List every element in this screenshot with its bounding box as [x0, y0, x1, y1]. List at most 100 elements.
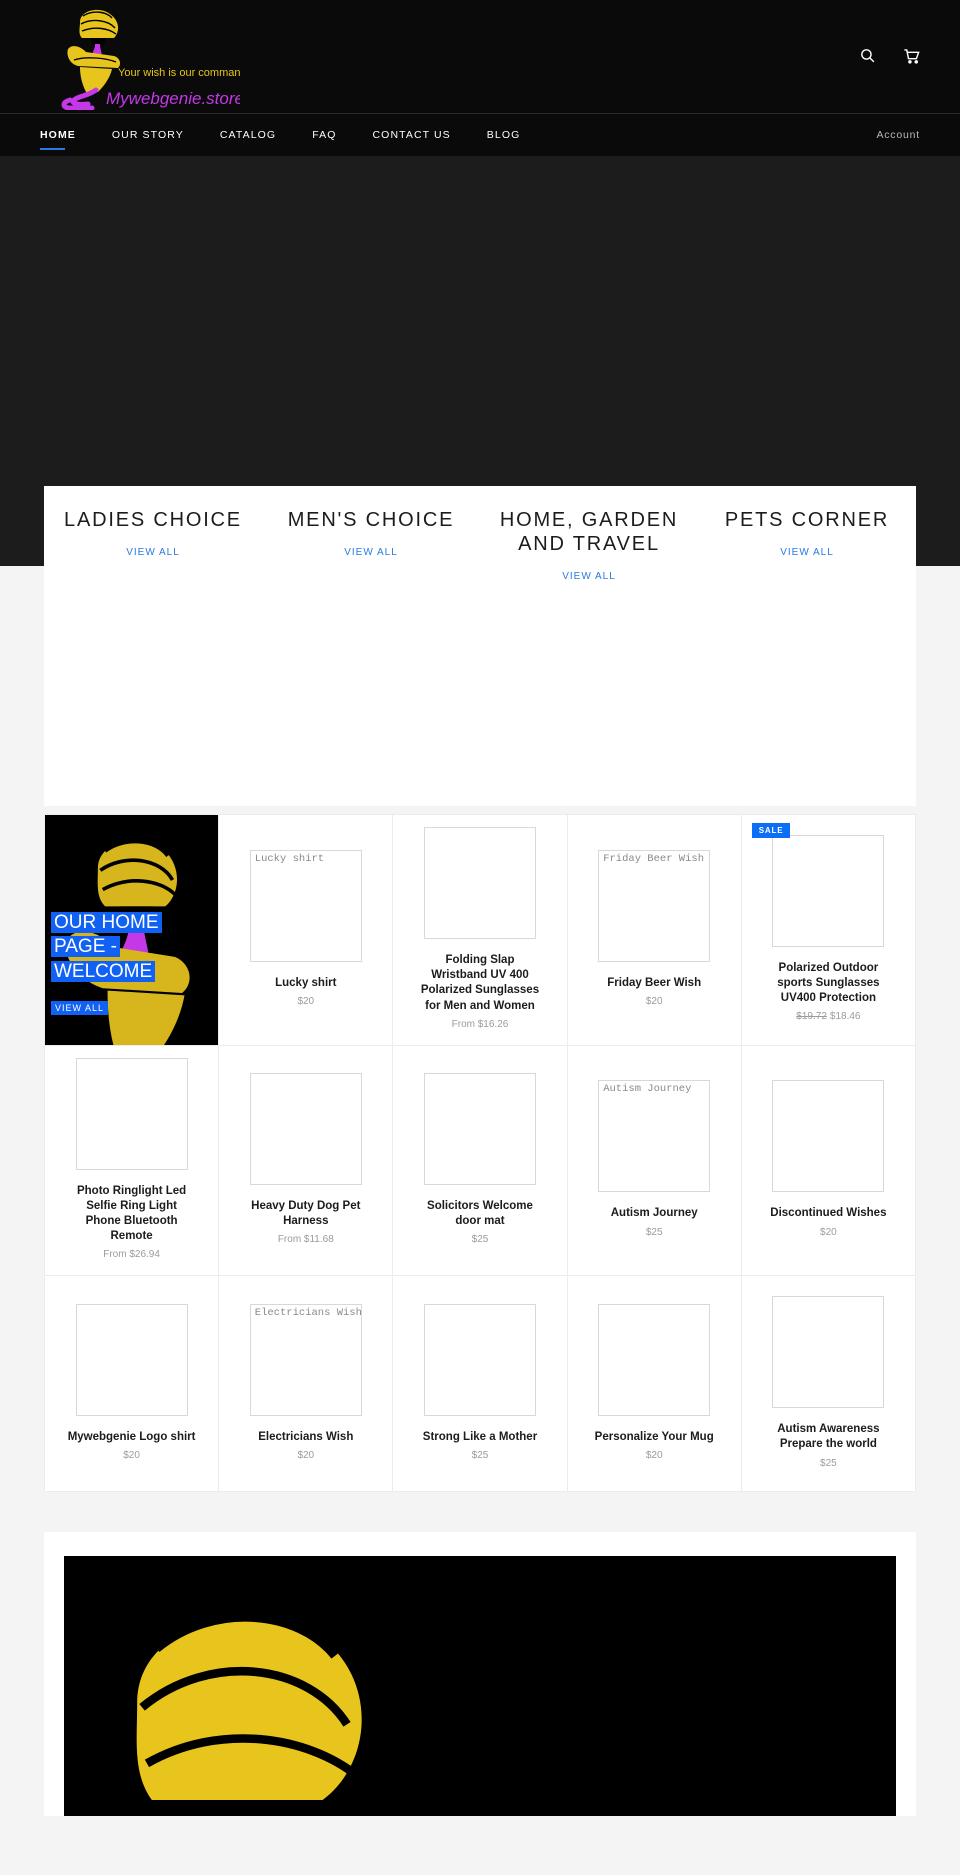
- collection-view-all-link[interactable]: VIEW ALL: [780, 547, 834, 558]
- bottom-banner-section: [0, 1492, 960, 1817]
- nav-item-blog[interactable]: BLOG: [487, 116, 521, 155]
- product-price: $19.72 $18.46: [796, 1010, 860, 1023]
- product-title: Mywebgenie Logo shirt: [67, 1430, 196, 1443]
- product-title: Photo Ringlight Led Selfie Ring Light Ph…: [76, 1184, 187, 1243]
- header-actions: [856, 44, 922, 66]
- collection-title: MEN'S CHOICE: [287, 509, 455, 531]
- product-price: From $26.94: [103, 1249, 160, 1261]
- promo-view-all-link[interactable]: VIEW ALL: [51, 1001, 109, 1015]
- nav-link-blog[interactable]: BLOG: [487, 116, 521, 155]
- product-card[interactable]: SALE Polarized Outdoor sports Sunglasses…: [741, 815, 916, 1046]
- nav-link-home[interactable]: HOME: [40, 116, 76, 155]
- product-price: $25: [471, 1449, 489, 1461]
- collection-view-all-link[interactable]: VIEW ALL: [562, 571, 616, 582]
- product-price: $20: [297, 1449, 315, 1461]
- nav-list: HOME OUR STORY CATALOG FAQ CONTACT US BL…: [40, 116, 556, 155]
- product-price: $20: [645, 995, 663, 1007]
- collection-tiles: LADIES CHOICE VIEW ALL MEN'S CHOICE VIEW…: [44, 486, 916, 806]
- nav-item-contact-us[interactable]: CONTACT US: [373, 116, 451, 155]
- sale-badge: SALE: [751, 823, 791, 838]
- product-card[interactable]: Autism Journey Autism Journey $25: [567, 1045, 742, 1277]
- account-link[interactable]: Account: [876, 129, 920, 141]
- product-title: Folding Slap Wristband UV 400 Polarized …: [420, 954, 540, 1012]
- bottom-banner-image[interactable]: [64, 1556, 896, 1817]
- product-price: $20: [820, 1226, 837, 1238]
- nav-link-our-story[interactable]: OUR STORY: [112, 116, 184, 155]
- product-card[interactable]: Folding Slap Wristband UV 400 Polarized …: [393, 815, 568, 1046]
- promo-heading: OUR HOME PAGE - WELCOME: [51, 911, 212, 984]
- promo-heading-line-1: OUR HOME: [51, 912, 162, 933]
- product-title: Heavy Duty Dog Pet Harness: [251, 1199, 361, 1228]
- nav-link-catalog[interactable]: CATALOG: [220, 116, 276, 155]
- product-card[interactable]: Lucky shirt Lucky shirt $20: [219, 815, 394, 1046]
- product-title: Personalize Your Mug: [594, 1430, 714, 1443]
- site-logo[interactable]: Your wish is our command Mywebgenie.stor…: [40, 4, 240, 110]
- product-title: Discontinued Wishes: [770, 1207, 887, 1220]
- promo-heading-line-2: PAGE -: [51, 936, 120, 958]
- collection-title: HOME, GARDEN AND TRAVEL: [499, 509, 679, 555]
- cart-icon[interactable]: [900, 44, 922, 66]
- product-image-placeholder: [75, 1057, 188, 1170]
- product-image-placeholder: [423, 1072, 536, 1185]
- nav-item-faq[interactable]: FAQ: [312, 116, 336, 155]
- product-card[interactable]: Solicitors Welcome door mat $25: [393, 1045, 568, 1277]
- product-image-placeholder: [423, 1303, 536, 1416]
- product-grid: OUR HOME PAGE - WELCOME VIEW ALL Lucky s…: [44, 814, 916, 1493]
- product-image-placeholder: [423, 827, 536, 939]
- product-price: $20: [297, 995, 315, 1007]
- product-image-placeholder: [75, 1303, 188, 1416]
- product-price: From $16.26: [451, 1018, 509, 1030]
- nav-item-catalog[interactable]: CATALOG: [220, 116, 276, 155]
- product-card[interactable]: Friday Beer Wish Friday Beer Wish $20: [567, 815, 742, 1046]
- collection-list-section: LADIES CHOICE VIEW ALL MEN'S CHOICE VIEW…: [0, 486, 960, 814]
- search-icon[interactable]: [856, 44, 878, 66]
- collection-tile-pets-corner[interactable]: PETS CORNER VIEW ALL: [698, 508, 916, 806]
- product-image-placeholder: [772, 1296, 885, 1409]
- product-price: $20: [645, 1449, 663, 1461]
- product-card[interactable]: Photo Ringlight Led Selfie Ring Light Ph…: [45, 1045, 220, 1277]
- product-image-placeholder: [249, 1072, 362, 1185]
- product-card[interactable]: Autism Awareness Prepare the world $25: [741, 1276, 916, 1493]
- product-title: Autism Awareness Prepare the world: [777, 1423, 880, 1451]
- product-price: $25: [820, 1457, 837, 1469]
- product-price: From $11.68: [277, 1234, 334, 1246]
- collection-view-all-link[interactable]: VIEW ALL: [126, 547, 180, 558]
- product-card[interactable]: Mywebgenie Logo shirt $20: [45, 1276, 220, 1493]
- collection-title: PETS CORNER: [724, 509, 890, 531]
- promo-heading-line-3: WELCOME: [51, 960, 156, 982]
- collection-title: LADIES CHOICE: [64, 509, 242, 531]
- svg-text:Mywebgenie.store: Mywebgenie.store: [106, 89, 240, 108]
- product-image-placeholder: [772, 834, 885, 947]
- product-image-placeholder: Lucky shirt: [249, 849, 362, 962]
- nav-link-faq[interactable]: FAQ: [312, 116, 336, 155]
- product-card[interactable]: Personalize Your Mug $20: [567, 1276, 742, 1493]
- promo-overlay: OUR HOME PAGE - WELCOME: [45, 911, 218, 984]
- collection-tile-ladies-choice[interactable]: LADIES CHOICE VIEW ALL: [44, 508, 262, 806]
- product-image-placeholder: Friday Beer Wish: [598, 849, 711, 962]
- nav-item-our-story[interactable]: OUR STORY: [112, 116, 184, 155]
- product-title: Lucky shirt: [275, 976, 337, 989]
- nav-link-contact-us[interactable]: CONTACT US: [373, 116, 451, 155]
- product-price: $25: [471, 1234, 489, 1246]
- collection-tile-home-garden-travel[interactable]: HOME, GARDEN AND TRAVEL VIEW ALL: [480, 508, 698, 806]
- collection-tile-mens-choice[interactable]: MEN'S CHOICE VIEW ALL: [262, 508, 480, 806]
- product-title: Autism Journey: [610, 1207, 698, 1220]
- product-title: Strong Like a Mother: [422, 1430, 538, 1443]
- product-price-original: $19.72: [796, 1011, 827, 1023]
- promo-tile[interactable]: OUR HOME PAGE - WELCOME VIEW ALL: [45, 815, 220, 1046]
- genie-logo: Your wish is our command Mywebgenie.stor…: [61, 9, 240, 110]
- product-title: Electricians Wish: [258, 1430, 354, 1443]
- collection-view-all-link[interactable]: VIEW ALL: [344, 547, 398, 558]
- nav-item-home[interactable]: HOME: [40, 116, 76, 155]
- product-image-placeholder: Autism Journey: [598, 1080, 711, 1193]
- product-price-sale: $18.46: [829, 1011, 861, 1023]
- product-card[interactable]: Heavy Duty Dog Pet Harness From $11.68: [219, 1045, 394, 1277]
- site-header: Your wish is our command Mywebgenie.stor…: [0, 0, 960, 113]
- product-image-placeholder: Electricians Wish: [249, 1303, 362, 1416]
- featured-products-section: OUR HOME PAGE - WELCOME VIEW ALL Lucky s…: [0, 814, 960, 1493]
- product-card[interactable]: Discontinued Wishes $20: [741, 1045, 916, 1277]
- product-card[interactable]: Electricians Wish Electricians Wish $20: [219, 1276, 394, 1493]
- product-card[interactable]: Strong Like a Mother $25: [393, 1276, 568, 1493]
- main-navigation: HOME OUR STORY CATALOG FAQ CONTACT US BL…: [0, 113, 960, 156]
- product-image-placeholder: [598, 1303, 711, 1416]
